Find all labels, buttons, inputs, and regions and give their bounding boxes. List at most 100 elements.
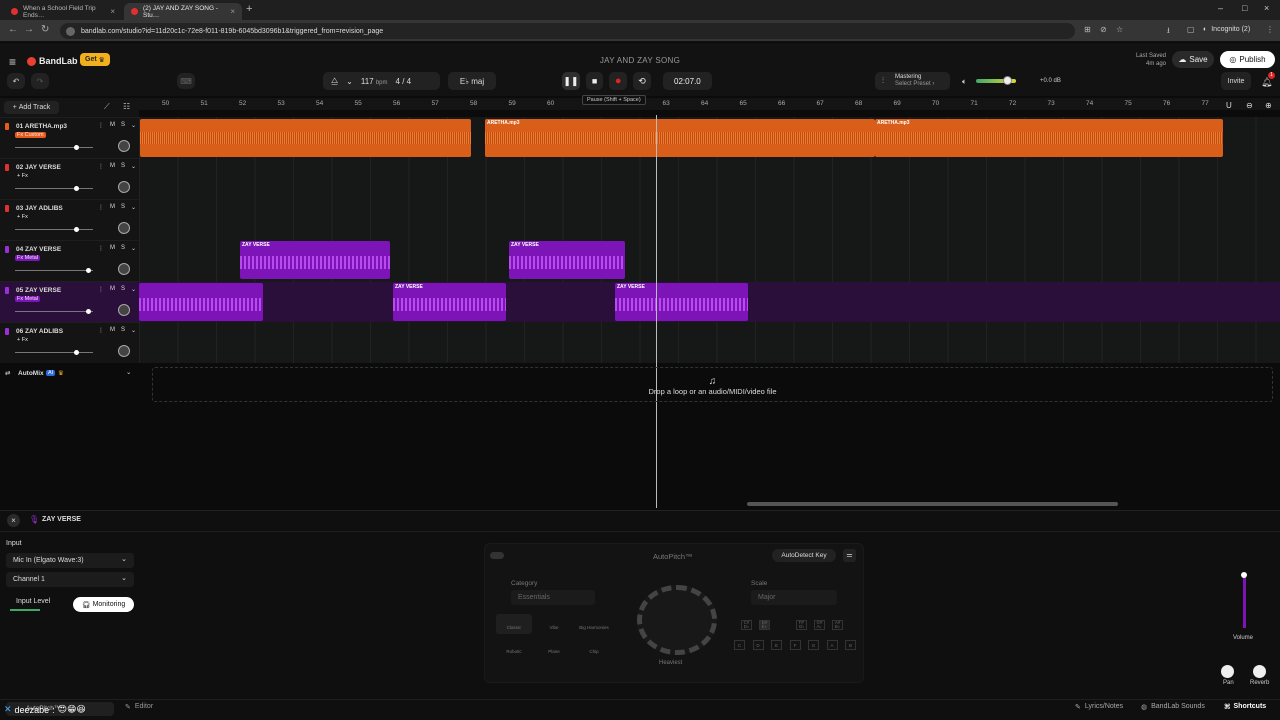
pan-knob[interactable]	[118, 140, 130, 152]
track-menu-icon[interactable]: ⋮	[98, 204, 104, 211]
autodetect-key-button[interactable]: AutoDetect Key	[772, 549, 836, 562]
chevron-down-icon[interactable]: ⌄	[131, 163, 136, 170]
browser-tab-1[interactable]: When a School Field Trip Ends… ×	[4, 3, 122, 20]
undo-icon[interactable]: ↶	[7, 73, 25, 89]
loop-button[interactable]: ⟲	[633, 72, 651, 90]
download-icon[interactable]: ⭳	[1167, 25, 1170, 39]
audio-clip[interactable]: ZAY VERSE	[509, 241, 625, 279]
track-menu-icon[interactable]: ⋮	[98, 163, 104, 170]
chevron-down-icon[interactable]: ⌄	[131, 204, 136, 211]
fx-chip[interactable]: + Fx	[15, 337, 30, 343]
solo-button[interactable]: S	[121, 245, 125, 252]
time-signature[interactable]: 4 / 4	[396, 77, 412, 86]
redo-icon[interactable]: ↷	[31, 73, 49, 89]
pan-knob[interactable]	[118, 263, 130, 275]
slider-handle[interactable]	[74, 227, 79, 232]
input-device-select[interactable]: Mic In (Elgato Wave:3) ⌄	[6, 553, 134, 568]
address-bar[interactable]: bandlab.com/studio?id=11d20c1c-72e8-f011…	[60, 23, 1075, 39]
drop-zone[interactable]: ♫ Drop a loop or an audio/MIDI/video fil…	[152, 367, 1273, 402]
audio-clip[interactable]: ZAY VERSE	[615, 283, 748, 321]
autopitch-effect[interactable]: Plane	[536, 638, 572, 658]
track-header[interactable]: 03 JAY ADLIBS + Fx ⋮ M S ⌄	[0, 199, 139, 240]
back-icon[interactable]: ←	[8, 24, 18, 35]
zoom-in-icon[interactable]: ⊕	[1265, 101, 1272, 110]
minimize-icon[interactable]: –	[1218, 3, 1223, 13]
tempo-control[interactable]: ⧋ ⌄ 117 bpm 4 / 4	[323, 72, 440, 90]
mute-button[interactable]: M	[110, 122, 115, 129]
bookmark-icon[interactable]: ⊞	[1084, 25, 1091, 34]
audio-clip[interactable]: ARETHA.mp3	[875, 119, 1223, 157]
scale-select[interactable]: Major	[751, 590, 837, 605]
track-name[interactable]: 05 ZAY VERSE	[16, 287, 61, 294]
mute-button[interactable]: M	[110, 245, 115, 252]
scale-key-button[interactable]: E	[771, 640, 782, 650]
extensions-icon[interactable]: ▢	[1187, 25, 1195, 34]
song-title[interactable]: JAY AND ZAY SONG	[540, 56, 740, 65]
chevron-down-icon[interactable]: ⌄	[346, 77, 353, 86]
playhead[interactable]	[656, 115, 657, 508]
track-lanes[interactable]: ARETHA.mp3 ARETHA.mp3 ZAY VERSE ZAY VERS…	[139, 117, 1280, 363]
lyrics-notes-button[interactable]: ✎ Lyrics/Notes	[1075, 703, 1123, 711]
pause-button[interactable]: ❚❚	[562, 72, 580, 90]
speaker-icon[interactable]: 🔈︎	[962, 77, 967, 87]
solo-button[interactable]: S	[121, 163, 125, 170]
incognito-badge[interactable]: ◐ Incognito (2)	[1203, 26, 1250, 33]
scale-key-button[interactable]: F# G♭	[796, 620, 807, 630]
track-header[interactable]: 01 ARETHA.mp3 Fx Custom ⋮ M S ⌄	[0, 117, 139, 158]
keyboard-icon[interactable]: ⌨	[177, 73, 195, 89]
scale-key-button[interactable]: A# B♭	[832, 620, 843, 630]
solo-button[interactable]: S	[121, 286, 125, 293]
slider-handle[interactable]	[74, 145, 79, 150]
slider-handle[interactable]	[86, 309, 91, 314]
chevron-down-icon[interactable]: ⌄	[131, 122, 136, 129]
track-header[interactable]: 05 ZAY VERSE Fx Metal ⋮ M S ⌄	[0, 281, 139, 322]
autopitch-toggle[interactable]	[490, 552, 504, 559]
solo-button[interactable]: S	[121, 204, 125, 211]
audio-clip[interactable]	[139, 283, 263, 321]
mute-button[interactable]: M	[110, 163, 115, 170]
fx-chip[interactable]: Fx Custom	[15, 132, 46, 138]
solo-button[interactable]: S	[121, 327, 125, 334]
fx-chip[interactable]: Fx Metal	[15, 296, 41, 302]
track-volume-slider[interactable]	[15, 352, 93, 353]
track-volume-slider[interactable]	[15, 311, 93, 312]
mute-button[interactable]: M	[110, 286, 115, 293]
autopitch-effect[interactable]: Chip	[576, 638, 612, 658]
pan-knob[interactable]	[118, 181, 130, 193]
track-name[interactable]: 01 ARETHA.mp3	[16, 123, 67, 130]
timeline-ruler[interactable]: 5051525354555657585960616263646566676869…	[139, 98, 1280, 110]
stop-button[interactable]: ■	[585, 72, 604, 90]
maximize-icon[interactable]: □	[1242, 3, 1247, 13]
add-track-button[interactable]: + Add Track	[4, 101, 59, 114]
mute-button[interactable]: M	[110, 327, 115, 334]
sliders-icon[interactable]: ⚌	[843, 549, 856, 562]
star-icon[interactable]: ☆	[1116, 25, 1123, 34]
shortcuts-button[interactable]: ⌘ Shortcuts	[1224, 703, 1266, 711]
master-volume-handle[interactable]	[1003, 76, 1012, 85]
scale-key-button[interactable]: C# D♭	[741, 620, 752, 630]
magnet-icon[interactable]: U	[1226, 101, 1232, 110]
track-header[interactable]: 04 ZAY VERSE Fx Metal ⋮ M S ⌄	[0, 240, 139, 281]
audio-clip[interactable]: ARETHA.mp3	[485, 119, 875, 157]
save-button[interactable]: ☁ Save	[1172, 51, 1214, 68]
bandlab-logo[interactable]: BandLab	[27, 56, 78, 66]
reverb-knob[interactable]	[1253, 665, 1266, 678]
chevron-down-icon[interactable]: ⌄	[131, 327, 136, 334]
kebab-menu-icon[interactable]: ⋮	[1266, 25, 1274, 34]
monitoring-button[interactable]: 🎧︎ Monitoring	[73, 597, 134, 612]
record-button[interactable]: ●	[609, 72, 628, 90]
window-close-icon[interactable]: ×	[1264, 3, 1269, 13]
horizontal-scrollbar[interactable]	[747, 502, 1118, 506]
automix-row[interactable]: ⇄ AutoMix AI ♛ ⌄	[0, 365, 139, 383]
track-name[interactable]: 04 ZAY VERSE	[16, 246, 61, 253]
bpm-value[interactable]: 117	[361, 77, 374, 86]
zoom-out-icon[interactable]: ⊖	[1246, 101, 1253, 110]
track-header[interactable]: 06 ZAY ADLIBS + Fx ⋮ M S ⌄	[0, 322, 139, 363]
eye-off-icon[interactable]: ⊘	[1100, 25, 1107, 34]
fx-chip[interactable]: + Fx	[15, 173, 30, 179]
autopitch-effect[interactable]: Big Harmonies	[576, 614, 612, 634]
get-membership-button[interactable]: Get ♛	[80, 53, 110, 66]
category-select[interactable]: Essentials	[511, 590, 595, 605]
slider-handle[interactable]	[86, 268, 91, 273]
mute-button[interactable]: M	[110, 204, 115, 211]
